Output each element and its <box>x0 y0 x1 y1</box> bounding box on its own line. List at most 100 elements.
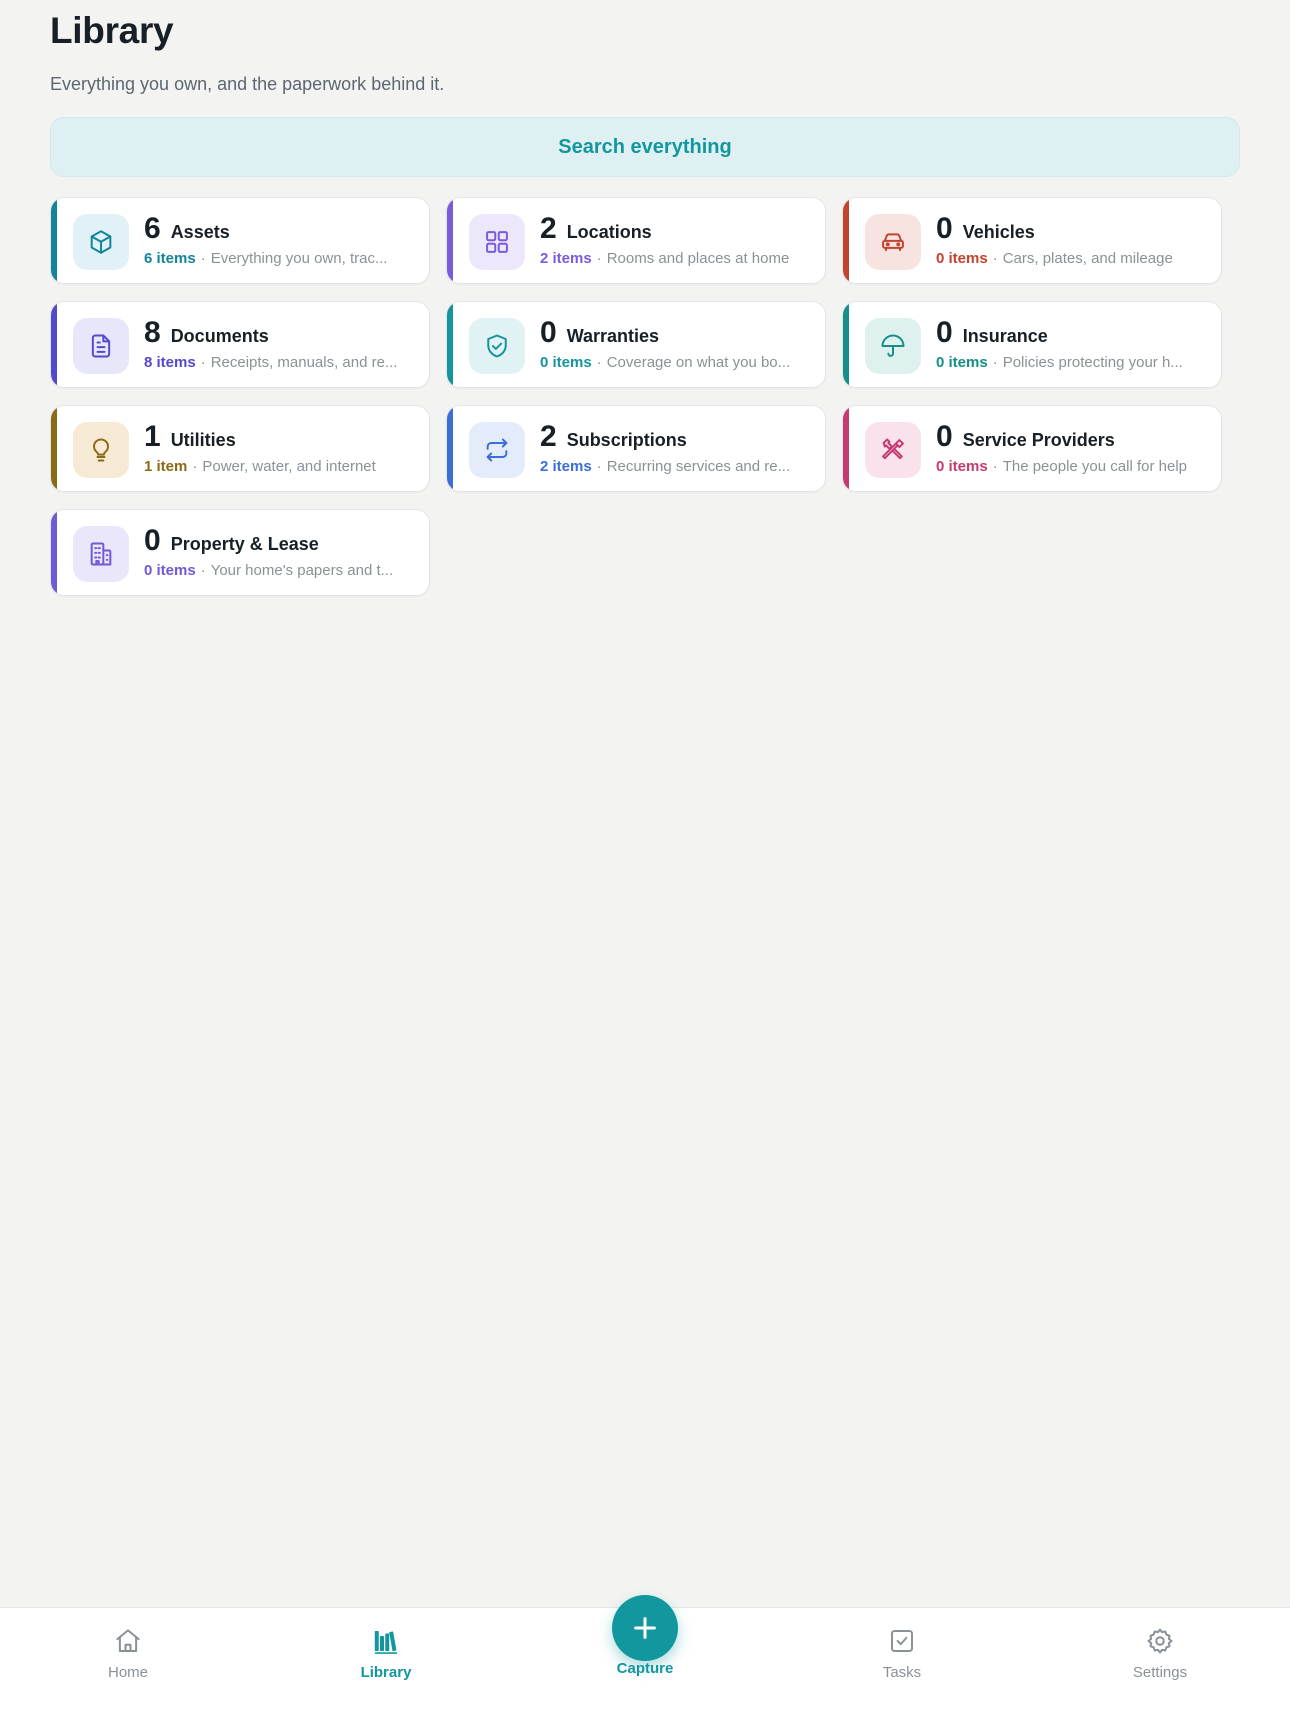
card-accent <box>447 406 453 491</box>
card-description: Policies protecting your h... <box>1002 354 1183 371</box>
card-count: 8 <box>144 316 161 349</box>
umbrella-icon <box>881 334 905 357</box>
card-count: 2 <box>540 212 557 245</box>
card-icon-tile <box>469 214 525 270</box>
card-accent <box>843 302 849 387</box>
card-meta: 6 items · Everything you own, trac... <box>144 250 388 267</box>
card-description: Recurring services and re... <box>606 458 791 475</box>
tab-settings[interactable]: Settings <box>1100 1626 1220 1681</box>
repeat-icon <box>486 438 508 462</box>
library-books-icon <box>374 1631 398 1654</box>
card-count: 0 <box>936 420 953 453</box>
category-card-warranties[interactable]: 0 Warranties 0 items · Coverage on what you… <box>446 301 826 388</box>
category-card-service-providers[interactable]: 0 Service Providers 0 items · The people yo… <box>842 405 1222 492</box>
lightbulb-icon <box>93 438 109 462</box>
card-description: Power, water, and internet <box>202 458 376 475</box>
card-meta: 1 item · Power, water, and internet <box>144 458 376 475</box>
category-card-subscriptions[interactable]: 2 Subscriptions 2 items · Recurring service… <box>446 405 826 492</box>
gear-icon <box>1147 1628 1173 1654</box>
category-card-insurance[interactable]: 0 Insurance 0 items · Policies protecting y… <box>842 301 1222 388</box>
card-description: The people you call for help <box>1002 458 1187 475</box>
checkbox-icon <box>891 1630 913 1652</box>
tab-home[interactable]: Home <box>68 1626 188 1681</box>
card-title: Assets <box>170 222 230 242</box>
card-meta: 0 items · Cars, plates, and mileage <box>936 250 1173 267</box>
card-count: 0 <box>540 316 557 349</box>
card-icon-tile <box>865 214 921 270</box>
card-description: Coverage on what you bo... <box>606 354 791 371</box>
card-item-count: 6 items <box>144 250 196 267</box>
card-accent <box>843 198 849 283</box>
card-meta: 0 items · The people you call for help <box>936 458 1187 475</box>
building-icon <box>90 542 112 566</box>
tab-label: Settings <box>1132 1664 1188 1681</box>
tab-label: Home <box>107 1664 148 1681</box>
card-meta: 8 items · Receipts, manuals, and re... <box>144 354 398 371</box>
tab-label: Library <box>360 1664 412 1681</box>
card-icon-tile <box>865 318 921 374</box>
document-icon <box>91 334 111 358</box>
card-meta: 2 items · Rooms and places at home <box>540 250 790 267</box>
card-item-count: 0 items <box>540 354 592 371</box>
card-title: Property & Lease <box>170 534 319 554</box>
category-grid: 6 Assets 6 items · Everything you own, trac… <box>50 197 1222 596</box>
card-meta: 0 items · Coverage on what you bo... <box>540 354 791 371</box>
card-item-count: 2 items <box>540 458 592 475</box>
category-card-property-lease[interactable]: 0 Property & Lease 0 items · Your home's pa… <box>50 509 430 596</box>
page-title: Library <box>50 10 174 51</box>
cube-icon <box>90 230 112 254</box>
capture-label[interactable]: Capture <box>617 1660 674 1677</box>
card-accent <box>51 510 57 595</box>
card-meta: 2 items · Recurring services and re... <box>540 458 791 475</box>
tab-label: Tasks <box>882 1664 922 1681</box>
card-icon-tile <box>73 318 129 374</box>
card-title: Insurance <box>962 326 1048 346</box>
card-accent <box>51 198 57 283</box>
tab-library[interactable]: Library <box>326 1626 446 1681</box>
card-accent <box>843 406 849 491</box>
card-icon-tile <box>73 526 129 582</box>
card-description: Rooms and places at home <box>606 250 790 267</box>
card-meta: 0 items · Policies protecting your h... <box>936 354 1183 371</box>
category-card-utilities[interactable]: 1 Utilities 1 item · Power, water, and inte… <box>50 405 430 492</box>
card-item-count: 0 items <box>144 562 196 579</box>
card-title: Locations <box>566 222 652 242</box>
card-count: 6 <box>144 212 161 245</box>
car-icon <box>882 233 904 252</box>
card-count: 0 <box>936 212 953 245</box>
category-card-vehicles[interactable]: 0 Vehicles 0 items · Cars, plates, and mile… <box>842 197 1222 284</box>
card-count: 1 <box>144 420 161 453</box>
category-card-locations[interactable]: 2 Locations 2 items · Rooms and places at h… <box>446 197 826 284</box>
card-meta: 0 items · Your home's papers and t... <box>144 562 394 579</box>
capture-button[interactable] <box>612 1595 678 1661</box>
category-card-assets[interactable]: 6 Assets 6 items · Everything you own, trac… <box>50 197 430 284</box>
card-accent <box>51 302 57 387</box>
card-description: Receipts, manuals, and re... <box>210 354 398 371</box>
card-icon-tile <box>469 422 525 478</box>
card-icon-tile <box>73 214 129 270</box>
card-item-count: 0 items <box>936 250 988 267</box>
card-item-count: 0 items <box>936 354 988 371</box>
category-card-documents[interactable]: 8 Documents 8 items · Receipts, manuals, an… <box>50 301 430 388</box>
tools-icon <box>882 438 904 460</box>
tab-tasks[interactable]: Tasks <box>842 1626 962 1681</box>
card-accent <box>447 198 453 283</box>
card-title: Utilities <box>170 430 236 450</box>
plus-icon <box>634 1617 656 1639</box>
card-description: Everything you own, trac... <box>210 250 388 267</box>
home-icon <box>116 1629 140 1652</box>
grid-icon <box>486 231 508 253</box>
card-title: Warranties <box>566 326 660 346</box>
card-title: Documents <box>170 326 269 346</box>
card-item-count: 2 items <box>540 250 592 267</box>
card-title: Vehicles <box>962 222 1035 242</box>
page-subtitle: Everything you own, and the paperwork be… <box>50 74 445 94</box>
card-title: Service Providers <box>962 430 1115 450</box>
card-item-count: 0 items <box>936 458 988 475</box>
card-item-count: 1 item <box>144 458 188 475</box>
card-description: Cars, plates, and mileage <box>1002 250 1173 267</box>
card-icon-tile <box>469 318 525 374</box>
card-count: 0 <box>144 524 161 557</box>
card-icon-tile <box>73 422 129 478</box>
search-everything-button[interactable]: Search everything <box>50 117 1240 177</box>
